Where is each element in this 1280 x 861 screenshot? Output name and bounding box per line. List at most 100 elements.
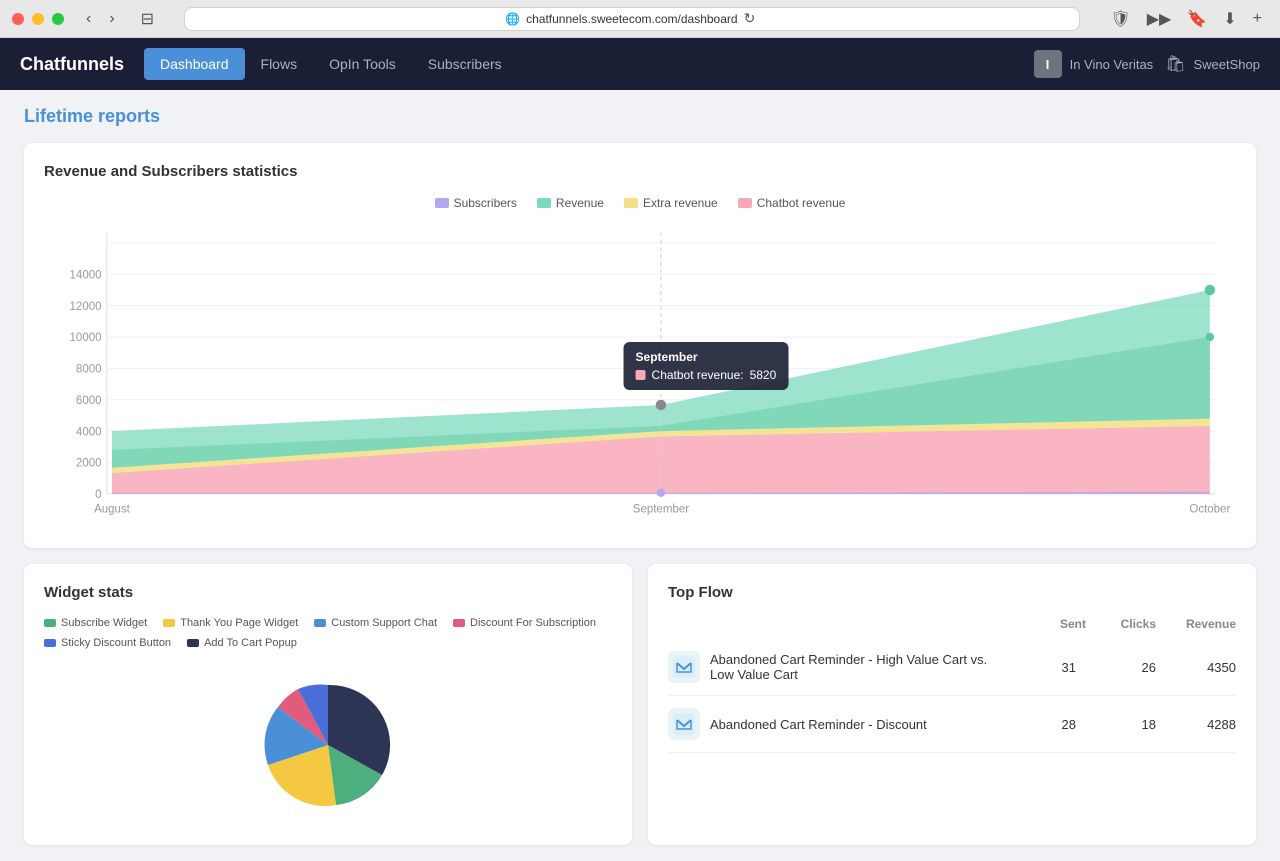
sidebar-toggle-button[interactable]: ⊟ [135, 7, 160, 31]
svg-text:4000: 4000 [76, 426, 102, 438]
wl-thankyou-label: Thank You Page Widget [180, 617, 298, 629]
chart-legend: Subscribers Revenue Extra revenue Chatbo… [44, 196, 1236, 210]
flow-sent-1: 31 [1006, 660, 1076, 675]
nav-subscribers[interactable]: Subscribers [412, 48, 518, 80]
flow-sent-2: 28 [1006, 717, 1076, 732]
wl-custom-support: Custom Support Chat [314, 617, 437, 629]
mac-window-chrome: ‹ › ⊟ 🌐 chatfunnels.sweetecom.com/dashbo… [0, 0, 1280, 38]
widget-stats-card: Widget stats Subscribe Widget Thank You … [24, 564, 632, 845]
flow-icon-svg-2 [673, 713, 695, 735]
legend-revenue-color [537, 198, 551, 208]
wl-discount-sub-dot [453, 619, 465, 627]
september-bottom-dot [657, 489, 665, 497]
top-flow-card: Top Flow Sent Clicks Revenue Abandoned C… [648, 564, 1256, 845]
end-dot-top [1205, 285, 1215, 295]
legend-chatbot-revenue-label: Chatbot revenue [757, 196, 846, 210]
widget-legend: Subscribe Widget Thank You Page Widget C… [44, 617, 612, 649]
legend-subscribers-label: Subscribers [454, 196, 517, 210]
store-name: SweetShop [1194, 57, 1261, 72]
svg-text:10000: 10000 [70, 332, 102, 344]
close-button[interactable] [12, 13, 24, 25]
svg-text:October: October [1189, 504, 1230, 516]
end-dot-mid [1206, 333, 1214, 341]
flow-table-header: Sent Clicks Revenue [668, 617, 1236, 631]
wl-custom-support-label: Custom Support Chat [331, 617, 437, 629]
nav-flows[interactable]: Flows [245, 48, 314, 80]
add-tab-button[interactable]: + [1247, 7, 1268, 31]
back-button[interactable]: ‹ [80, 8, 97, 30]
minimize-button[interactable] [32, 13, 44, 25]
refresh-button[interactable]: ↻ [744, 10, 756, 27]
top-flow-title: Top Flow [668, 584, 1236, 601]
url-text: chatfunnels.sweetecom.com/dashboard [526, 12, 737, 26]
store-info: 🛍 SweetShop [1165, 54, 1260, 74]
globe-icon: 🌐 [505, 12, 520, 26]
flow-row-1: Abandoned Cart Reminder - High Value Car… [668, 639, 1236, 696]
legend-revenue: Revenue [537, 196, 604, 210]
svg-text:0: 0 [95, 489, 101, 501]
svg-text:September: September [633, 504, 689, 516]
wl-cart: Add To Cart Popup [187, 637, 297, 649]
page-title: Lifetime reports [24, 106, 1256, 127]
wl-sticky-dot [44, 639, 56, 647]
wl-subscribe-label: Subscribe Widget [61, 617, 147, 629]
mac-action-buttons: 🛡 ▶▶ 🔖 ⬇ + [1104, 7, 1268, 31]
bottom-row: Widget stats Subscribe Widget Thank You … [24, 564, 1256, 845]
wl-discount-sub: Discount For Subscription [453, 617, 596, 629]
nav-optin-tools[interactable]: OpIn Tools [313, 48, 412, 80]
svg-text:12000: 12000 [70, 301, 102, 313]
flow-icon-1 [668, 651, 700, 683]
september-dot [656, 400, 666, 410]
main-nav: Chatfunnels Dashboard Flows OpIn Tools S… [0, 38, 1280, 90]
flow-revenue-1: 4350 [1166, 660, 1236, 675]
page-content: Lifetime reports Revenue and Subscribers… [0, 90, 1280, 861]
wl-subscribe: Subscribe Widget [44, 617, 147, 629]
legend-subscribers-color [435, 198, 449, 208]
pie-chart-svg [208, 665, 448, 825]
wl-custom-support-dot [314, 619, 326, 627]
wl-subscribe-dot [44, 619, 56, 627]
download-button[interactable]: ⬇ [1217, 7, 1242, 31]
logo: Chatfunnels [20, 54, 124, 75]
nav-dashboard[interactable]: Dashboard [144, 48, 245, 80]
forward-button[interactable]: › [103, 8, 120, 30]
flow-revenue-2: 4288 [1166, 717, 1236, 732]
user-icon: I [1034, 50, 1062, 78]
legend-chatbot-revenue: Chatbot revenue [738, 196, 846, 210]
wl-thankyou-dot [163, 619, 175, 627]
revenue-chart-card: Revenue and Subscribers statistics Subsc… [24, 143, 1256, 548]
legend-extra-revenue-label: Extra revenue [643, 196, 718, 210]
extensions-button[interactable]: 🛡 [1104, 7, 1136, 31]
wl-thankyou: Thank You Page Widget [163, 617, 298, 629]
flow-clicks-2: 18 [1086, 717, 1156, 732]
col-sent: Sent [1016, 617, 1086, 631]
wl-sticky-label: Sticky Discount Button [61, 637, 171, 649]
flow-clicks-1: 26 [1086, 660, 1156, 675]
legend-extra-revenue: Extra revenue [624, 196, 718, 210]
legend-chatbot-revenue-color [738, 198, 752, 208]
col-revenue: Revenue [1156, 617, 1236, 631]
user-name: In Vino Veritas [1070, 57, 1154, 72]
svg-text:August: August [94, 504, 131, 516]
user-store: I In Vino Veritas [1034, 50, 1154, 78]
mac-nav: ‹ › [80, 8, 121, 30]
legend-revenue-label: Revenue [556, 196, 604, 210]
pie-container [44, 665, 612, 825]
address-bar[interactable]: 🌐 chatfunnels.sweetecom.com/dashboard ↻ [184, 7, 1080, 31]
flow-name-2: Abandoned Cart Reminder - Discount [710, 717, 996, 732]
chart-container: 0 2000 4000 6000 8000 10000 12000 14000 [44, 222, 1236, 528]
nav-right: I In Vino Veritas 🛍 SweetShop [1034, 50, 1260, 78]
col-clicks: Clicks [1086, 617, 1156, 631]
user-initial: I [1046, 57, 1050, 72]
wl-cart-dot [187, 639, 199, 647]
media-button[interactable]: ▶▶ [1141, 7, 1178, 31]
wl-cart-label: Add To Cart Popup [204, 637, 297, 649]
wl-discount-sub-label: Discount For Subscription [470, 617, 596, 629]
widget-stats-title: Widget stats [44, 584, 612, 601]
maximize-button[interactable] [52, 13, 64, 25]
svg-text:8000: 8000 [76, 364, 102, 376]
chart-svg: 0 2000 4000 6000 8000 10000 12000 14000 [44, 222, 1236, 525]
bookmark-button[interactable]: 🔖 [1181, 7, 1213, 31]
flow-row-2: Abandoned Cart Reminder - Discount 28 18… [668, 696, 1236, 753]
store-bag-icon: 🛍 [1165, 54, 1185, 74]
